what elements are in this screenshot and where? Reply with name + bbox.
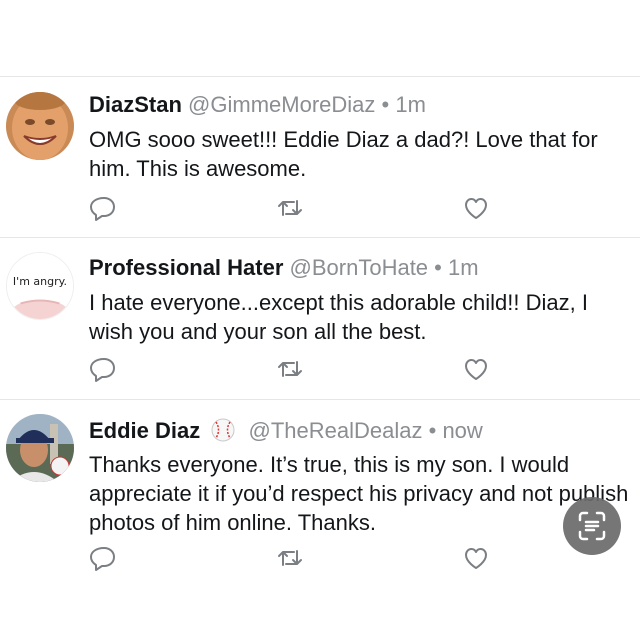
retweet-icon <box>278 550 302 566</box>
reply-button[interactable] <box>89 193 119 223</box>
display-name[interactable]: Eddie Diaz <box>89 418 200 443</box>
like-icon <box>465 198 487 219</box>
tweet-2[interactable]: I'm angry. Professional Hater @BornToHat… <box>0 238 640 399</box>
retweet-button[interactable] <box>275 354 305 384</box>
tweet-actions <box>0 543 640 573</box>
tweet-header: DiazStan @GimmeMoreDiaz • 1m <box>89 92 426 118</box>
retweet-button[interactable] <box>275 543 305 573</box>
reply-icon <box>90 547 115 571</box>
tweet-text: I hate everyone...except this adorable c… <box>89 290 588 344</box>
avatar-eddie-diaz[interactable] <box>6 414 74 482</box>
retweet-icon <box>278 361 302 377</box>
baseball-icon <box>210 417 236 443</box>
tweet-header: Professional Hater @BornToHate • 1m <box>89 255 479 281</box>
tweet-actions <box>0 193 640 223</box>
like-icon <box>465 359 487 380</box>
avatar-caption: I'm angry. <box>12 275 68 288</box>
like-button[interactable] <box>461 543 491 573</box>
tweet-1[interactable]: DiazStan @GimmeMoreDiaz • 1m OMG sooo sw… <box>0 76 640 237</box>
display-name[interactable]: Professional Hater <box>89 255 283 280</box>
separator-dot: • <box>428 418 437 443</box>
avatar-diazstan[interactable] <box>6 92 74 160</box>
user-handle[interactable]: @BornToHate <box>290 255 429 280</box>
tweet-header: Eddie Diaz @TheRealDealaz • now <box>89 417 483 444</box>
tweet-3[interactable]: Eddie Diaz @TheRealDealaz • now Thanks e… <box>0 400 640 631</box>
timestamp[interactable]: 1m <box>395 92 426 117</box>
avatar-professional-hater[interactable]: I'm angry. <box>6 252 74 320</box>
tweet-text: OMG sooo sweet!!! Eddie Diaz a dad?! Lov… <box>89 127 598 181</box>
tweet-actions <box>0 354 640 384</box>
retweet-icon <box>278 200 302 216</box>
separator-dot: • <box>381 92 390 117</box>
like-button[interactable] <box>461 354 491 384</box>
reply-button[interactable] <box>89 354 119 384</box>
user-handle[interactable]: @GimmeMoreDiaz <box>188 92 375 117</box>
scan-text-button[interactable] <box>563 497 621 555</box>
user-handle[interactable]: @TheRealDealaz <box>249 418 423 443</box>
reply-icon <box>90 358 115 382</box>
reply-button[interactable] <box>89 543 119 573</box>
reply-icon <box>90 197 115 221</box>
retweet-button[interactable] <box>275 193 305 223</box>
like-icon <box>465 548 487 569</box>
timestamp[interactable]: 1m <box>448 255 479 280</box>
tweet-text: Thanks everyone. It’s true, this is my s… <box>89 452 629 535</box>
scan-text-icon <box>578 511 606 541</box>
display-name[interactable]: DiazStan <box>89 92 182 117</box>
like-button[interactable] <box>461 193 491 223</box>
timestamp[interactable]: now <box>442 418 482 443</box>
separator-dot: • <box>434 255 442 280</box>
